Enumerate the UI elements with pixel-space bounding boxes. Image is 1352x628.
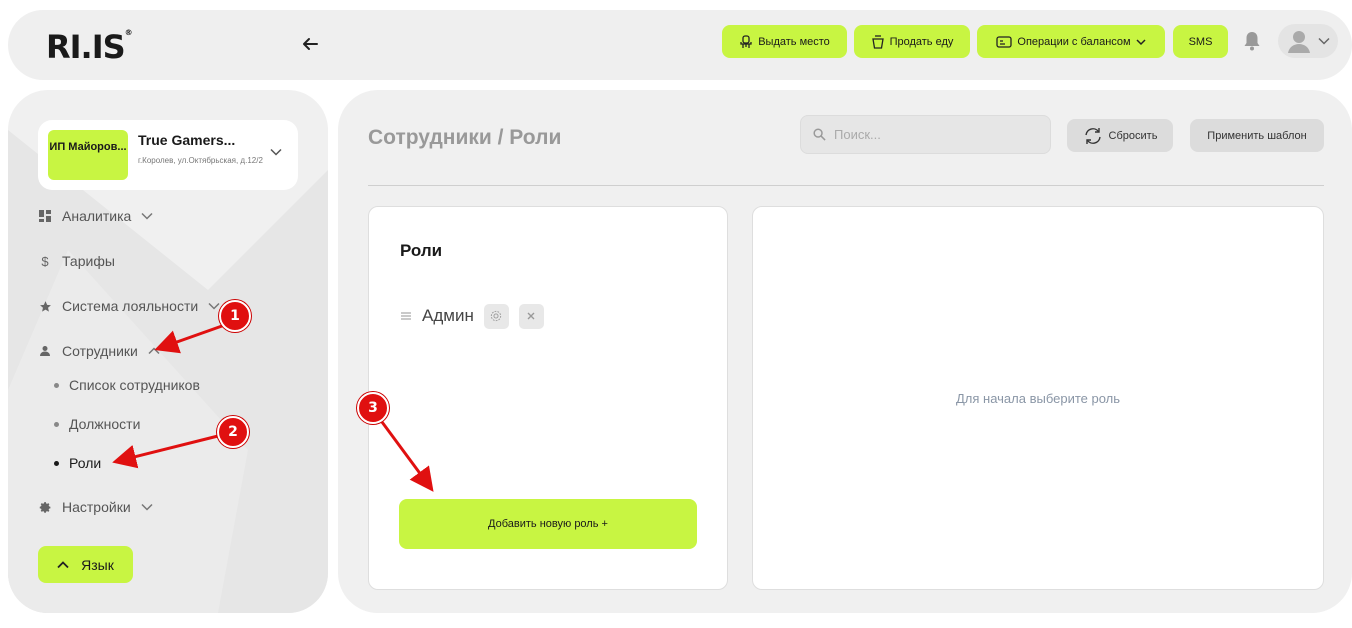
- issue-place-label: Выдать место: [758, 35, 830, 48]
- chevron-down-icon: [208, 302, 220, 310]
- role-name[interactable]: Админ: [422, 306, 474, 326]
- top-bar: RI.IS® Выдать место Продать еду Операции…: [8, 10, 1352, 80]
- language-button[interactable]: Язык: [38, 546, 133, 583]
- page-title: Сотрудники / Роли: [368, 126, 562, 149]
- chevron-down-icon: [1136, 38, 1146, 45]
- sidebar-subitem-employee-list[interactable]: Список сотрудников: [54, 374, 200, 396]
- logo-text: RI.IS: [46, 28, 126, 66]
- add-role-button[interactable]: Добавить новую роль +: [399, 499, 697, 549]
- sidebar-subitem-label: Роли: [69, 455, 102, 471]
- club-badge: ИП Майоров...: [48, 130, 128, 180]
- sidebar: ИП Майоров... True Gamers... г.Королев, …: [8, 90, 328, 613]
- annotation-marker-1: 1: [219, 300, 251, 332]
- sidebar-item-label: Тарифы: [62, 253, 115, 269]
- role-detail-card: Для начала выберите роль: [752, 206, 1324, 590]
- gear-icon: [491, 310, 502, 322]
- reset-button[interactable]: Сбросить: [1067, 119, 1173, 152]
- club-address: г.Королев, ул.Октябрьская, д.12/2: [138, 156, 263, 165]
- sidebar-item-label: Система лояльности: [62, 298, 199, 314]
- role-delete-button[interactable]: [518, 303, 544, 329]
- logo[interactable]: RI.IS®: [46, 28, 133, 66]
- club-selector[interactable]: ИП Майоров... True Gamers... г.Королев, …: [38, 120, 298, 190]
- gear-icon: [38, 500, 52, 514]
- drag-handle-icon[interactable]: [400, 311, 412, 321]
- role-settings-button[interactable]: [483, 303, 509, 329]
- club-name: True Gamers...: [138, 132, 236, 148]
- sidebar-item-loyalty[interactable]: Система лояльности: [38, 294, 220, 318]
- balance-icon: [996, 35, 1013, 48]
- sell-food-label: Продать еду: [889, 35, 954, 48]
- chevron-up-icon: [57, 560, 69, 568]
- apply-template-button[interactable]: Применить шаблон: [1190, 119, 1324, 152]
- language-label: Язык: [81, 556, 114, 573]
- balance-operations-label: Операции с балансом: [1017, 35, 1131, 48]
- sidebar-item-analytics[interactable]: Аналитика: [38, 204, 153, 228]
- chevron-down-icon: [1318, 37, 1330, 45]
- sell-food-button[interactable]: Продать еду: [854, 25, 970, 58]
- search-box[interactable]: [800, 115, 1051, 154]
- sidebar-subitem-label: Список сотрудников: [69, 377, 200, 393]
- bullet: [54, 421, 59, 427]
- annotation-marker-3: 3: [357, 392, 389, 424]
- main-panel: Сотрудники / Роли Сбросить Применить шаб…: [338, 90, 1352, 613]
- search-icon: [813, 128, 826, 141]
- dollar-icon: $: [41, 253, 49, 269]
- annotation-marker-2: 2: [217, 416, 249, 448]
- sidebar-item-label: Аналитика: [62, 208, 132, 224]
- back-arrow-icon[interactable]: [298, 32, 322, 56]
- divider: [368, 185, 1324, 186]
- chair-icon: [740, 34, 752, 48]
- empty-state-text: Для начала выберите роль: [955, 391, 1121, 406]
- sidebar-subitem-roles[interactable]: Роли: [54, 452, 101, 474]
- roles-title: Роли: [400, 241, 443, 260]
- sidebar-item-label: Сотрудники: [62, 343, 138, 359]
- chevron-down-icon: [270, 148, 282, 156]
- chevron-down-icon: [141, 212, 153, 220]
- sidebar-item-label: Настройки: [62, 499, 131, 515]
- star-icon: [38, 299, 52, 313]
- cup-icon: [871, 34, 884, 49]
- close-icon: [527, 312, 535, 320]
- chevron-down-icon: [141, 503, 153, 511]
- sidebar-item-tariffs[interactable]: $ Тарифы: [38, 249, 115, 273]
- person-icon: [38, 344, 52, 358]
- dashboard-icon: [38, 209, 52, 223]
- sidebar-subitem-label: Должности: [69, 416, 141, 432]
- role-item[interactable]: Админ: [400, 303, 544, 329]
- avatar-icon: [1288, 31, 1310, 53]
- sidebar-subitem-positions[interactable]: Должности: [54, 413, 140, 435]
- issue-place-button[interactable]: Выдать место: [722, 25, 847, 58]
- chevron-up-icon: [148, 347, 160, 355]
- bullet: [54, 382, 59, 388]
- sms-label: SMS: [1188, 35, 1213, 48]
- reset-label: Сбросить: [1108, 129, 1158, 142]
- search-input[interactable]: [834, 127, 1024, 142]
- sidebar-item-employees[interactable]: Сотрудники: [38, 339, 160, 363]
- sms-button[interactable]: SMS: [1173, 25, 1228, 58]
- logo-mark: ®: [124, 28, 133, 37]
- bullet: [54, 460, 59, 466]
- balance-operations-button[interactable]: Операции с балансом: [977, 25, 1165, 58]
- roles-card: Роли Админ Добавить новую роль +: [368, 206, 728, 590]
- bell-icon[interactable]: [1242, 30, 1262, 57]
- sidebar-item-settings[interactable]: Настройки: [38, 495, 153, 519]
- refresh-icon: [1084, 127, 1101, 144]
- user-menu[interactable]: [1278, 24, 1338, 58]
